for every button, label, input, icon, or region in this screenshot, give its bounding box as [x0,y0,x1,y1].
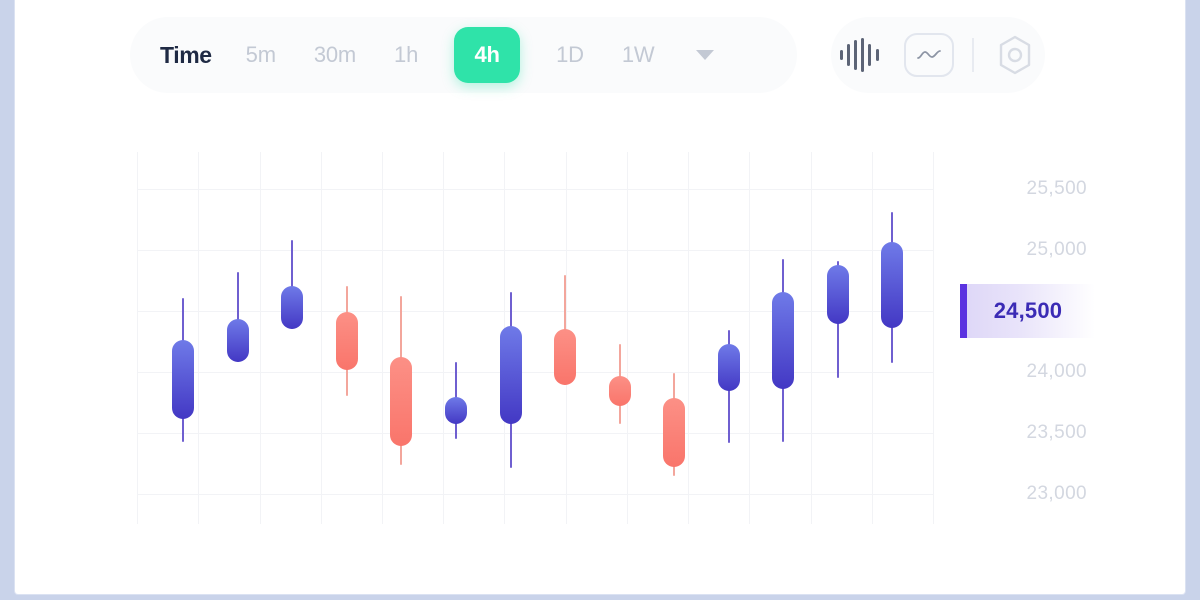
timeframe-label: Time [160,41,212,68]
candle-body [172,339,195,420]
timeframe-option-1w[interactable]: 1W [620,42,657,68]
candle-series [137,152,933,524]
toolbar-divider [972,38,974,72]
chart-tools [831,17,1045,93]
price-axis: 25,500 25,000 24,500 24,000 23,500 23,000 [955,152,1095,524]
candle-body [608,376,631,406]
timeframe-option-1d[interactable]: 1D [554,42,586,68]
price-tick-label: 23,500 [1026,421,1087,443]
candle-body [444,397,467,424]
candle-body [772,292,795,389]
chart-card: Time 5m 30m 1h 4h 1D 1W 25,500 25,000 24… [14,0,1186,595]
candle-body [881,242,904,328]
candle-body [335,311,358,371]
candle-body [826,265,849,324]
toolbar: Time 5m 30m 1h 4h 1D 1W [15,0,1185,110]
gridline-vertical [933,152,934,524]
price-tick-label: 25,500 [1026,177,1087,199]
timeframe-option-4h[interactable]: 4h [454,27,521,83]
line-chart-icon[interactable] [904,33,954,77]
settings-icon[interactable] [992,32,1038,78]
timeframe-option-1h[interactable]: 1h [392,42,420,68]
candle-body [281,286,304,329]
chevron-down-icon[interactable] [696,50,715,60]
timeframe-option-30m[interactable]: 30m [312,42,358,68]
candlestick-chart[interactable] [137,152,934,524]
candle-body [499,326,522,424]
candle-body [390,356,413,446]
current-price-value: 24,500 [993,297,1063,323]
timeframe-option-5m[interactable]: 5m [244,42,278,68]
waveform-icon[interactable] [838,35,884,75]
candle-body [554,328,576,385]
price-tick-label: 24,000 [1026,360,1087,382]
timeframe-selector[interactable]: Time 5m 30m 1h 4h 1D 1W [130,17,797,93]
candle-body [717,343,740,392]
current-price-bar [960,283,967,338]
candle-body [226,319,249,362]
price-tick-label: 23,000 [1026,482,1087,504]
current-price-marker[interactable]: 24,500 [960,283,1095,338]
price-tick-label: 25,000 [1026,238,1087,260]
candle-body [663,398,685,467]
